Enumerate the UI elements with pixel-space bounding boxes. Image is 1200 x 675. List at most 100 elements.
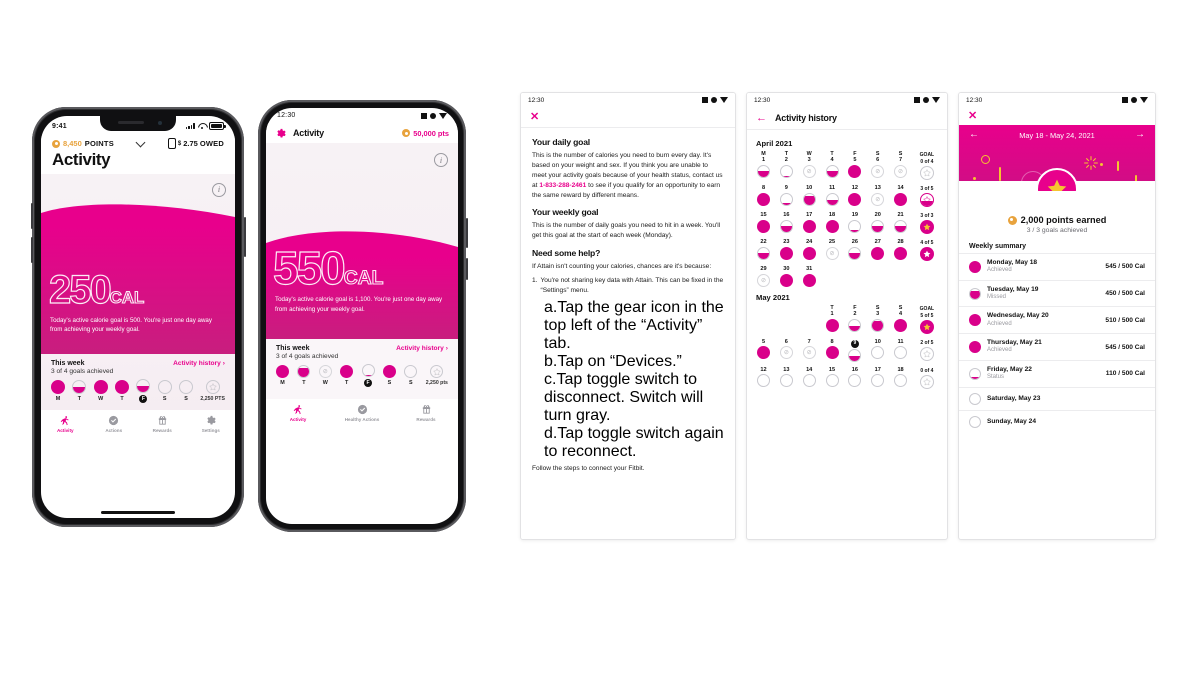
calendar-goal-cell[interactable]: GOAL 5 of 5 (916, 306, 938, 334)
week-day[interactable]: T (72, 379, 87, 402)
back-arrow-icon[interactable]: ← (756, 112, 767, 124)
calendar-goal-cell[interactable]: 2 of 5 (916, 340, 938, 361)
day-progress-circle[interactable] (757, 165, 770, 178)
day-progress-circle[interactable] (361, 364, 375, 377)
calendar-day[interactable]: F5 (847, 151, 862, 178)
calendar-day[interactable]: 16 (847, 367, 862, 388)
day-progress-circle[interactable] (779, 192, 793, 206)
tab-actions[interactable]: Actions (90, 415, 139, 433)
summary-row[interactable]: Tuesday, May 19 Missed 450 / 500 Cal (959, 279, 1155, 307)
day-progress-circle[interactable] (871, 246, 885, 260)
day-progress-circle[interactable] (848, 165, 862, 178)
day-progress-circle[interactable] (802, 246, 816, 260)
week-day[interactable]: ⊘ W (318, 365, 332, 386)
day-progress-circle[interactable] (802, 374, 816, 388)
day-progress-circle[interactable] (825, 165, 839, 178)
calendar-goal-cell[interactable]: 4 of 5 (916, 240, 938, 261)
goal-star[interactable] (919, 319, 934, 334)
day-progress-circle[interactable] (969, 260, 981, 273)
day-progress-circle[interactable] (404, 365, 418, 378)
right-arrow-icon[interactable]: → (1135, 130, 1145, 140)
tab-rewards[interactable]: Rewards (394, 404, 458, 422)
goal-star[interactable] (919, 374, 934, 389)
calendar-day[interactable]: F2 (847, 305, 862, 332)
day-progress-circle[interactable] (969, 392, 981, 405)
day-progress-circle[interactable] (779, 273, 793, 287)
calendar-day[interactable]: 8 (756, 185, 771, 206)
calendar-day[interactable]: 28 (893, 239, 908, 260)
day-progress-circle[interactable] (894, 192, 908, 206)
goal-star[interactable] (919, 346, 934, 361)
day-progress-circle[interactable] (757, 374, 770, 388)
calendar-day[interactable]: 10 (870, 339, 885, 360)
calendar-day[interactable]: 15 (825, 367, 840, 388)
week-goal-star[interactable]: 2,250 PTS (200, 379, 225, 402)
activity-history-link[interactable]: Activity history › (173, 360, 225, 367)
day-progress-circle[interactable] (848, 192, 862, 206)
calendar-day[interactable]: T4 (825, 151, 840, 178)
day-progress-circle[interactable]: ⊘ (871, 165, 885, 178)
day-progress-circle[interactable] (757, 346, 770, 360)
day-progress-circle[interactable]: ⊘ (757, 273, 770, 287)
summary-row[interactable]: Thursday, May 21 Achieved 545 / 500 Cal (959, 333, 1155, 360)
calendar-day[interactable]: 23 (779, 239, 794, 260)
day-progress-circle[interactable] (802, 192, 816, 206)
tab-healthy-actions[interactable]: Healthy Actions (330, 404, 394, 422)
calendar-day[interactable]: 27 (870, 239, 885, 260)
calendar-day[interactable]: 17 (870, 367, 885, 388)
calendar-day[interactable]: 13 ⊘ (870, 185, 885, 206)
week-day[interactable]: T (297, 365, 311, 386)
day-progress-circle[interactable] (136, 378, 151, 393)
day-progress-circle[interactable]: ⊘ (779, 346, 793, 360)
activity-history-link[interactable]: Activity history › (396, 345, 448, 352)
calendar-day[interactable]: T1 (825, 305, 840, 332)
day-progress-circle[interactable] (779, 165, 793, 178)
calendar-day[interactable]: 25 ⊘ (825, 239, 840, 260)
calendar-day[interactable]: 9 (847, 339, 862, 362)
week-day[interactable]: S (157, 379, 172, 402)
left-arrow-icon[interactable]: ← (969, 130, 979, 140)
calendar-day[interactable]: 29 ⊘ (756, 266, 771, 287)
calendar-goal-cell[interactable] (916, 267, 938, 282)
day-progress-circle[interactable] (779, 246, 793, 260)
calendar-day[interactable]: M1 (756, 151, 771, 178)
week-day[interactable]: F (361, 364, 375, 387)
day-progress-circle[interactable] (969, 314, 981, 327)
day-progress-circle[interactable]: ⊘ (871, 192, 885, 206)
calendar-day[interactable]: 14 (893, 185, 908, 206)
day-progress-circle[interactable] (825, 318, 839, 332)
day-progress-circle[interactable] (848, 318, 862, 332)
tab-rewards[interactable]: Rewards (138, 415, 187, 433)
calendar-day[interactable]: 20 (870, 212, 885, 233)
day-progress-circle[interactable] (779, 374, 793, 388)
info-icon[interactable]: i (212, 182, 226, 197)
calendar-day[interactable]: 10 (802, 185, 817, 206)
summary-row[interactable]: Sunday, May 24 (959, 409, 1155, 433)
day-progress-circle[interactable] (894, 246, 908, 260)
week-day[interactable]: W (93, 379, 108, 402)
day-progress-circle[interactable] (757, 219, 770, 233)
day-progress-circle[interactable] (894, 374, 908, 388)
summary-row[interactable]: Wednesday, May 20 Achieved 510 / 500 Cal (959, 306, 1155, 333)
calendar-day[interactable]: 22 (756, 239, 771, 260)
goal-star[interactable] (919, 247, 934, 261)
chevron-down-icon[interactable] (135, 137, 146, 147)
day-progress-circle[interactable]: ⊘ (318, 365, 332, 378)
tab-activity[interactable]: Activity (41, 415, 90, 433)
calendar-day[interactable]: 13 (779, 367, 794, 388)
day-progress-circle[interactable] (871, 346, 885, 360)
calendar-day[interactable]: 26 (847, 239, 862, 260)
goal-star[interactable] (430, 365, 444, 378)
goal-star[interactable] (919, 220, 934, 234)
day-progress-circle[interactable] (894, 318, 908, 332)
calendar-day[interactable]: W 3 ⊘ (802, 151, 817, 178)
day-progress-circle[interactable] (969, 287, 981, 300)
day-progress-circle[interactable] (894, 219, 908, 233)
day-progress-circle[interactable] (871, 219, 885, 233)
calendar-day[interactable]: 14 (802, 367, 817, 388)
day-progress-circle[interactable] (757, 246, 770, 260)
week-day[interactable]: T (115, 379, 130, 402)
day-progress-circle[interactable]: ⊘ (802, 165, 816, 178)
day-progress-circle[interactable] (848, 374, 862, 388)
summary-row[interactable]: Saturday, May 23 (959, 386, 1155, 410)
